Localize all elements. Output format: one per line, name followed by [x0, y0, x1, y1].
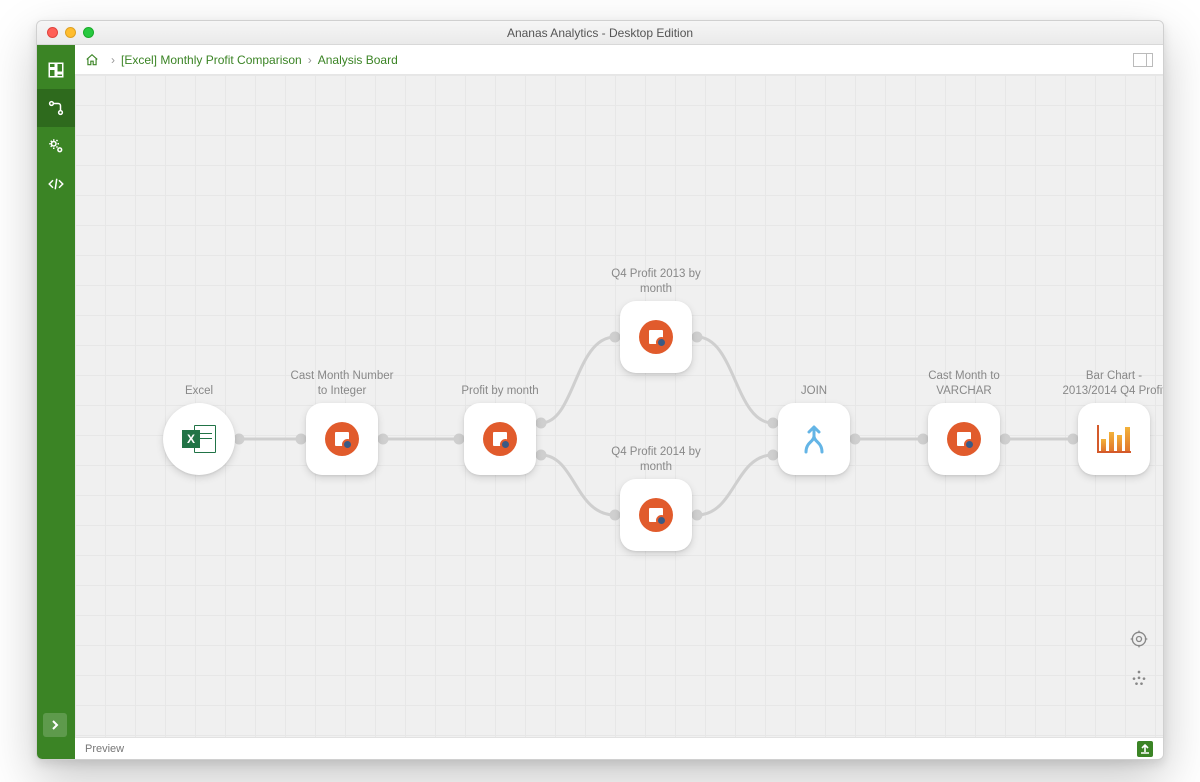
node-label: Q4 Profit 2014 by month	[601, 445, 711, 475]
upload-button[interactable]	[1137, 741, 1153, 757]
breadcrumb-separator: ›	[308, 53, 312, 67]
code-icon	[47, 175, 65, 193]
node-q4-profit-2014[interactable]: Q4 Profit 2014 by month	[620, 479, 692, 551]
sql-transform-icon	[639, 320, 673, 354]
sidebar-item-flow[interactable]	[37, 89, 75, 127]
sidebar-item-dashboard[interactable]	[37, 51, 75, 89]
sidebar-item-settings[interactable]	[37, 127, 75, 165]
node-label: Cast Month to VARCHAR	[909, 369, 1019, 399]
node-label: Excel	[144, 384, 254, 399]
upload-icon	[1140, 744, 1150, 754]
sidebar-collapse-button[interactable]	[43, 713, 67, 737]
node-cast-varchar[interactable]: Cast Month to VARCHAR	[928, 403, 1000, 475]
flow-icon	[47, 99, 65, 117]
chevron-right-icon	[50, 720, 60, 730]
node-bar-chart[interactable]: Bar Chart - 2013/2014 Q4 Profit	[1078, 403, 1150, 475]
excel-icon: X	[182, 422, 216, 456]
sidebar	[37, 45, 75, 759]
breadcrumb-separator: ›	[111, 53, 115, 67]
flow-canvas[interactable]: Excel X Cast Month Number to Integer Pro…	[75, 75, 1163, 737]
node-label: Profit by month	[445, 384, 555, 399]
node-label: Bar Chart - 2013/2014 Q4 Profit	[1059, 369, 1164, 399]
sql-transform-icon	[639, 498, 673, 532]
connectors-layer	[75, 75, 1163, 737]
node-label: Q4 Profit 2013 by month	[601, 267, 711, 297]
app-window: Ananas Analytics - Desktop Edition	[36, 20, 1164, 760]
node-join[interactable]: JOIN	[778, 403, 850, 475]
sql-transform-icon	[483, 422, 517, 456]
node-label: JOIN	[759, 384, 869, 399]
panel-toggle-button[interactable]	[1133, 53, 1153, 67]
home-icon[interactable]	[85, 53, 99, 67]
sql-transform-icon	[325, 422, 359, 456]
auto-layout-button[interactable]	[1129, 667, 1149, 687]
window-title: Ananas Analytics - Desktop Edition	[37, 26, 1163, 40]
footer-bar: Preview	[75, 737, 1163, 759]
breadcrumb-bar: › [Excel] Monthly Profit Comparison › An…	[75, 45, 1163, 75]
sidebar-item-code[interactable]	[37, 165, 75, 203]
join-icon	[801, 424, 827, 454]
main-area: › [Excel] Monthly Profit Comparison › An…	[75, 45, 1163, 759]
node-q4-profit-2013[interactable]: Q4 Profit 2013 by month	[620, 301, 692, 373]
node-cast-month-int[interactable]: Cast Month Number to Integer	[306, 403, 378, 475]
node-label: Cast Month Number to Integer	[287, 369, 397, 399]
footer-preview-label[interactable]: Preview	[85, 743, 124, 755]
titlebar: Ananas Analytics - Desktop Edition	[37, 21, 1163, 45]
center-view-button[interactable]	[1129, 629, 1149, 649]
canvas-tools	[1129, 629, 1149, 687]
gears-icon	[47, 137, 65, 155]
breadcrumb-item-project[interactable]: [Excel] Monthly Profit Comparison	[121, 53, 302, 67]
node-excel[interactable]: Excel X	[163, 403, 235, 475]
breadcrumb-item-board[interactable]: Analysis Board	[318, 53, 398, 67]
dashboard-icon	[47, 61, 65, 79]
bar-chart-icon	[1097, 425, 1131, 453]
sql-transform-icon	[947, 422, 981, 456]
node-profit-by-month[interactable]: Profit by month	[464, 403, 536, 475]
